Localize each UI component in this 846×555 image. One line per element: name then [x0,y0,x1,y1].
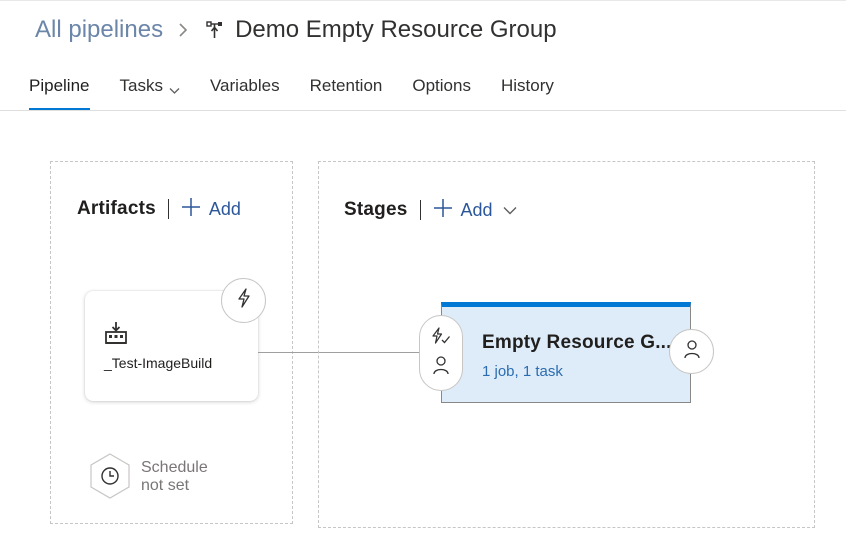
all-pipelines-link[interactable]: All pipelines [35,16,163,44]
add-artifact-label: Add [208,198,241,219]
clock-icon [88,452,132,505]
add-artifact-button[interactable]: Add [181,197,241,222]
chevron-down-icon[interactable] [503,206,517,215]
tab-retention-label: Retention [309,76,383,95]
breadcrumb: All pipelines Demo Empty Resource Group [35,12,557,48]
schedule-line2: not set [141,477,190,494]
plus-icon [433,198,453,223]
tab-tasks[interactable]: Tasks [120,72,180,110]
tab-options[interactable]: Options [412,72,471,110]
lightning-check-icon [431,326,451,350]
add-stage-button[interactable]: Add [433,198,517,223]
tab-variables[interactable]: Variables [210,72,280,110]
stages-header: Stages Add [344,196,517,224]
schedule-trigger[interactable]: Schedule not set [88,452,208,505]
plus-icon [181,197,201,222]
tab-history-label: History [500,76,554,95]
tab-retention[interactable]: Retention [310,72,383,110]
artifacts-header: Artifacts Add [77,195,241,223]
tab-pipeline[interactable]: Pipeline [29,72,90,110]
tab-tasks-label: Tasks [119,76,163,95]
chevron-down-icon [169,80,180,100]
artifacts-title: Artifacts [77,198,156,219]
top-border [0,0,846,1]
build-artifact-icon [104,321,128,350]
stage-card[interactable]: Empty Resource G... 1 job, 1 task [441,302,691,403]
stage-name: Empty Resource G... [482,332,672,353]
tab-bar: Pipeline Tasks Variables Retention Optio… [29,72,584,110]
pre-deployment-conditions[interactable] [419,315,463,391]
chevron-right-icon [177,22,189,38]
release-pipeline-icon [205,20,225,40]
add-stage-label: Add [460,199,493,220]
header-divider [419,200,421,220]
stages-title: Stages [344,199,408,220]
lightning-icon [235,288,253,313]
artifact-name: _Test-ImageBuild [104,355,213,371]
stage-summary-link[interactable]: 1 job, 1 task [482,363,563,380]
tabs-divider [0,110,846,111]
schedule-label: Schedule not set [141,459,208,495]
tab-pipeline-label: Pipeline [29,76,90,95]
person-icon [432,355,450,380]
tab-options-label: Options [412,76,471,95]
person-icon [683,339,701,364]
tab-variables-label: Variables [209,76,280,95]
continuous-deployment-trigger[interactable] [221,278,266,323]
tab-history[interactable]: History [501,72,554,110]
header-divider [167,199,169,219]
post-deployment-conditions[interactable] [669,329,714,374]
schedule-line1: Schedule [141,459,208,476]
page-title: Demo Empty Resource Group [235,16,557,43]
